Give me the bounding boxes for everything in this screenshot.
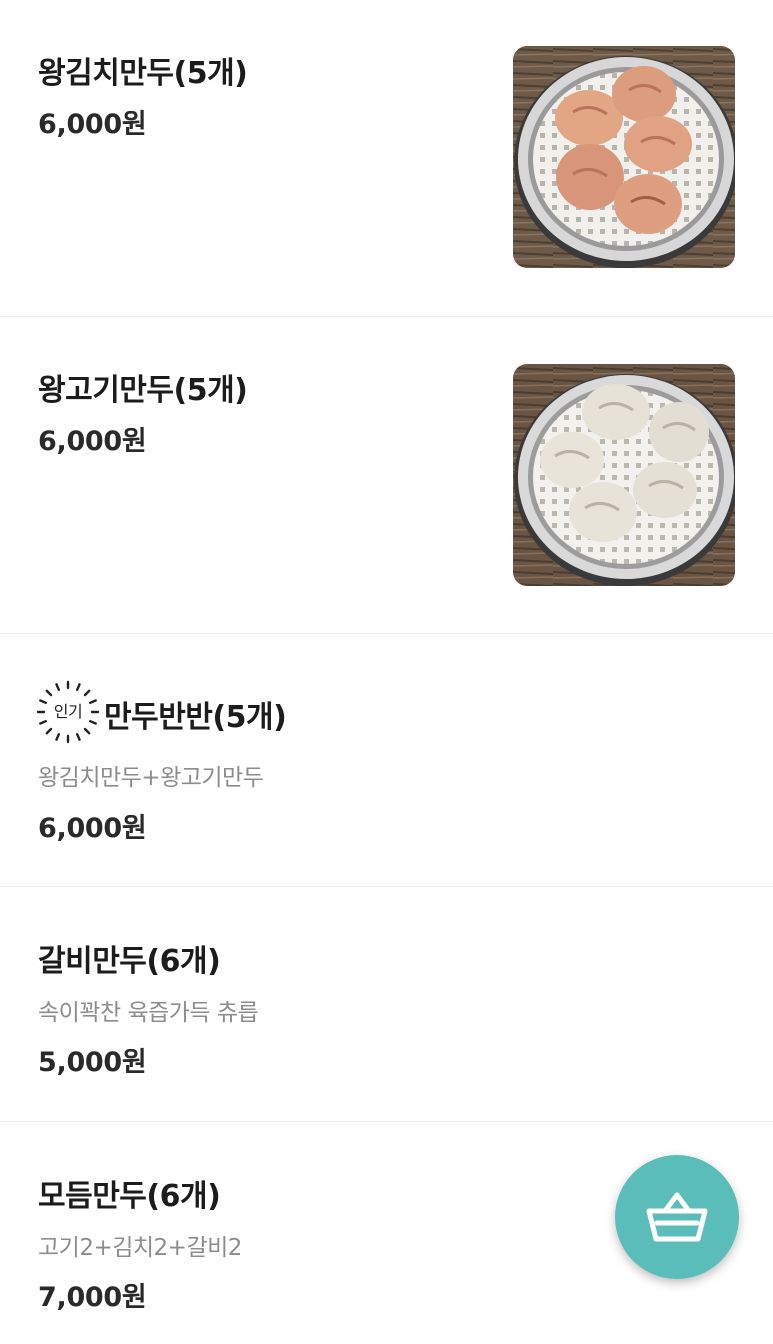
menu-item-name: 왕고기만두(5개) <box>38 373 248 408</box>
meat-dumplings-photo <box>513 364 735 586</box>
menu-item-half-half-dumpling[interactable]: 인기 만두반반(5개) 왕김치만두+왕고기만두 6,000원 <box>0 634 773 887</box>
menu-item-description: 속이꽉찬 육즙가득 츄릅 <box>38 1000 259 1026</box>
menu-item-photo[interactable] <box>513 364 735 586</box>
basket-icon <box>646 1192 708 1242</box>
menu-item-galbi-dumpling[interactable]: 갈비만두(6개) 속이꽉찬 육즙가득 츄릅 5,000원 <box>0 887 773 1122</box>
menu-item-price: 6,000원 <box>38 813 147 844</box>
menu-item-price: 6,000원 <box>38 109 147 140</box>
kimchi-dumplings-photo <box>513 46 735 268</box>
menu-item-description: 왕김치만두+왕고기만두 <box>38 765 264 791</box>
menu-item-kimchi-dumpling[interactable]: 왕김치만두(5개) 6,000원 <box>0 0 773 317</box>
menu-item-photo[interactable] <box>513 46 735 268</box>
menu-item-name: 갈비만두(6개) <box>38 944 221 979</box>
popular-badge-label: 인기 <box>53 702 83 721</box>
menu-item-price: 5,000원 <box>38 1047 147 1078</box>
menu-item-name: 왕김치만두(5개) <box>38 56 248 91</box>
popular-badge: 인기 <box>36 680 100 744</box>
menu-item-description: 고기2+김치2+갈비2 <box>38 1235 242 1261</box>
cart-button[interactable] <box>615 1155 739 1279</box>
menu-item-price: 6,000원 <box>38 426 147 457</box>
menu-item-name: 모듬만두(6개) <box>38 1179 221 1214</box>
menu-item-name: 만두반반(5개) <box>104 700 287 735</box>
menu-item-meat-dumpling[interactable]: 왕고기만두(5개) 6,000원 <box>0 317 773 634</box>
menu-item-price: 7,000원 <box>38 1282 147 1313</box>
